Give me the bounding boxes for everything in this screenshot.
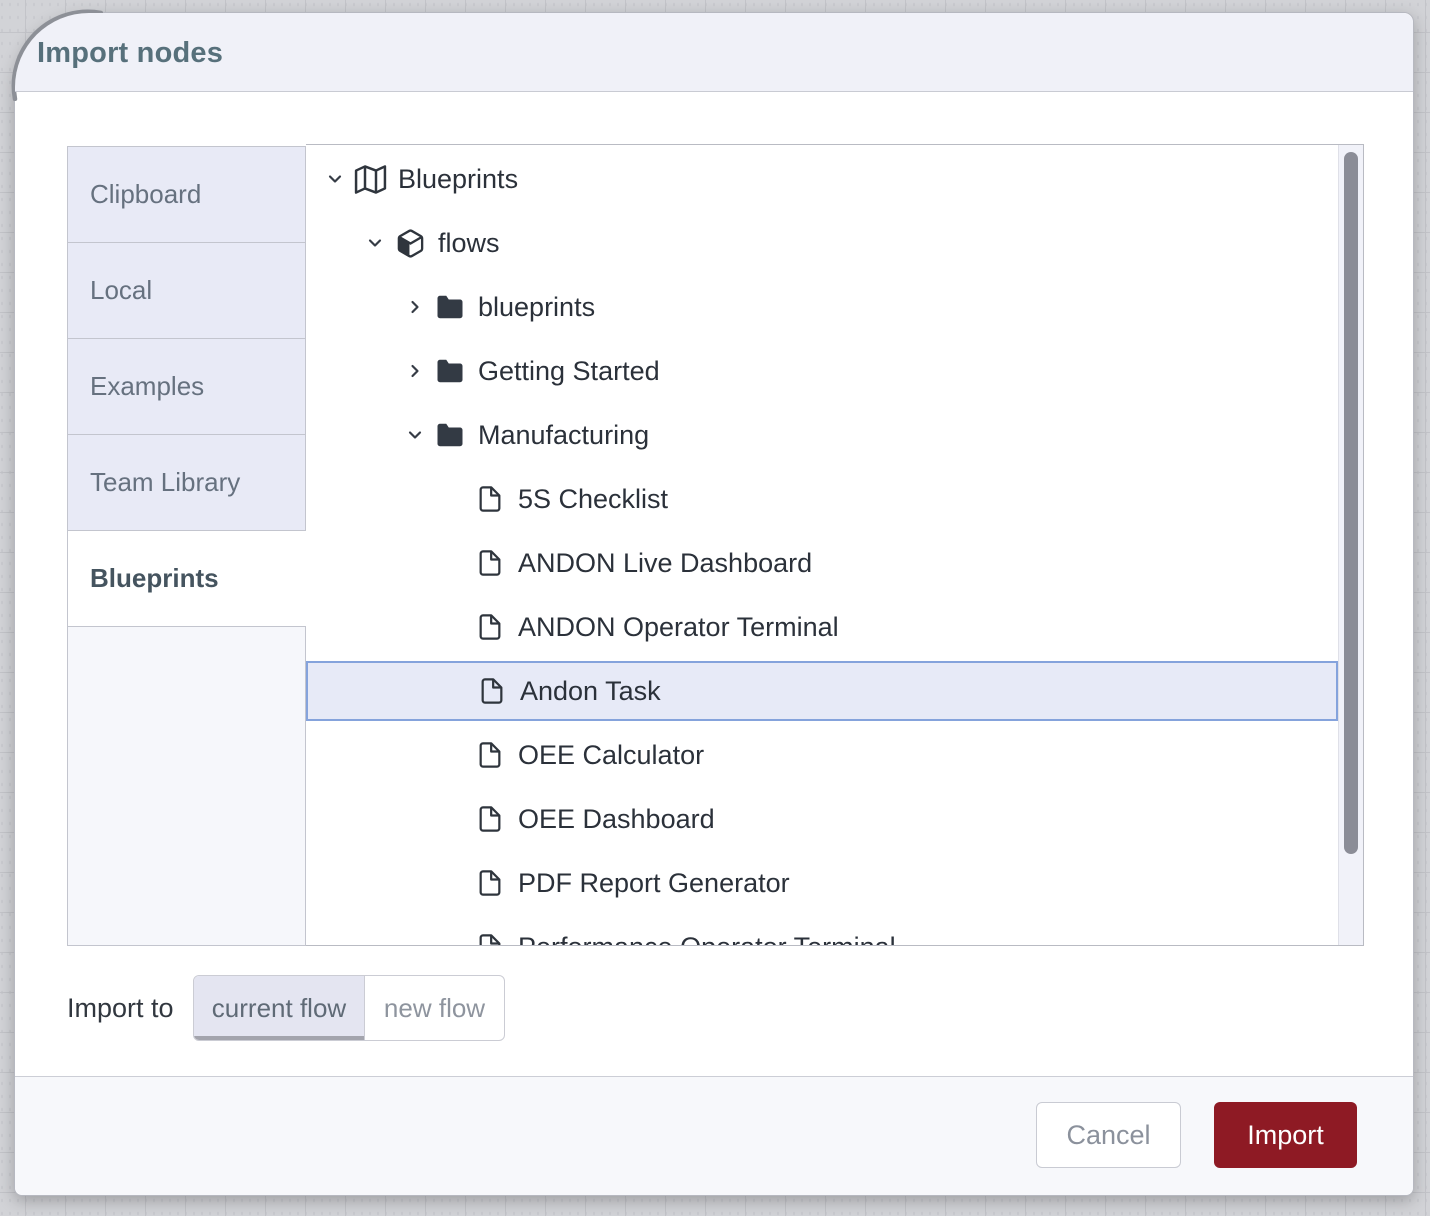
sidebar-tab-label: Team Library (90, 467, 240, 498)
file-icon (472, 933, 508, 946)
chevron-down-icon[interactable] (318, 169, 352, 189)
sidebar-tab-label: Examples (90, 371, 204, 402)
tree-item-label: Andon Task (520, 676, 661, 707)
tree-row[interactable]: 5S Checklist (306, 467, 1338, 531)
chevron-down-icon[interactable] (358, 233, 392, 253)
tree-item-label: Blueprints (398, 164, 518, 195)
tree-row[interactable]: ANDON Live Dashboard (306, 531, 1338, 595)
file-icon (472, 549, 508, 577)
import-to-option-current-flow[interactable]: current flow (194, 976, 364, 1040)
sidebar-tab-blueprints[interactable]: Blueprints (67, 530, 306, 626)
tree-row[interactable]: OEE Calculator (306, 723, 1338, 787)
sidebar-filler (67, 626, 306, 946)
tree-item-label: Performance Operator Terminal (518, 932, 896, 947)
box-icon (392, 228, 428, 259)
tree-item-label: 5S Checklist (518, 484, 668, 515)
cancel-button[interactable]: Cancel (1036, 1102, 1181, 1168)
file-icon (472, 485, 508, 513)
tree-item-label: ANDON Operator Terminal (518, 612, 839, 643)
tree-row[interactable]: OEE Dashboard (306, 787, 1338, 851)
file-icon (474, 677, 510, 705)
tree-row[interactable]: Performance Operator Terminal (306, 915, 1338, 946)
tree-item-label: blueprints (478, 292, 595, 323)
tree-item-label: OEE Calculator (518, 740, 704, 771)
tree-item-label: ANDON Live Dashboard (518, 548, 812, 579)
file-icon (472, 805, 508, 833)
file-icon (472, 613, 508, 641)
import-destination-toggle: current flownew flow (193, 975, 505, 1041)
import-to-option-new-flow[interactable]: new flow (364, 976, 504, 1040)
folder-icon (432, 292, 468, 322)
sidebar-tab-label: Clipboard (90, 179, 201, 210)
map-icon (352, 163, 388, 196)
library-tree: Blueprints flows blueprints Getting Started… (306, 147, 1338, 946)
chevron-right-icon[interactable] (398, 361, 432, 381)
tree-row[interactable]: PDF Report Generator (306, 851, 1338, 915)
folder-icon (432, 420, 468, 450)
tree-row[interactable]: Blueprints (306, 147, 1338, 211)
tree-item-label: flows (438, 228, 500, 259)
import-to-label: Import to (67, 975, 174, 1041)
file-icon (472, 741, 508, 769)
sidebar-tab-label: Blueprints (90, 563, 219, 594)
tree-row[interactable]: ANDON Operator Terminal (306, 595, 1338, 659)
library-tabs-sidebar: Clipboard Local Examples Team Library Bluepr… (67, 146, 306, 946)
tree-item-label: Getting Started (478, 356, 660, 387)
tree-item-label: PDF Report Generator (518, 868, 790, 899)
tree-row[interactable]: Manufacturing (306, 403, 1338, 467)
dialog-title: Import nodes (37, 13, 223, 91)
chevron-right-icon[interactable] (398, 297, 432, 317)
sidebar-tab-label: Local (90, 275, 152, 306)
tree-row[interactable]: Getting Started (306, 339, 1338, 403)
tree-scrollbar-thumb[interactable] (1344, 152, 1358, 854)
sidebar-tab-clipboard[interactable]: Clipboard (67, 146, 306, 242)
tree-item-label: OEE Dashboard (518, 804, 715, 835)
library-tree-panel: Blueprints flows blueprints Getting Started… (306, 144, 1364, 946)
file-icon (472, 869, 508, 897)
dialog-footer: Cancel Import (15, 1076, 1413, 1195)
import-nodes-dialog: Import nodes Clipboard Local Examples Team … (14, 12, 1414, 1196)
dialog-header: Import nodes (15, 13, 1413, 92)
tree-row[interactable]: blueprints (306, 275, 1338, 339)
import-button[interactable]: Import (1214, 1102, 1357, 1168)
sidebar-tab-local[interactable]: Local (67, 242, 306, 338)
chevron-down-icon[interactable] (398, 425, 432, 445)
tree-row[interactable]: flows (306, 211, 1338, 275)
tree-scrollbar[interactable] (1338, 145, 1363, 945)
tree-item-label: Manufacturing (478, 420, 649, 451)
folder-icon (432, 356, 468, 386)
tree-row[interactable]: Andon Task (306, 661, 1338, 721)
sidebar-tab-team-library[interactable]: Team Library (67, 434, 306, 530)
sidebar-tab-examples[interactable]: Examples (67, 338, 306, 434)
